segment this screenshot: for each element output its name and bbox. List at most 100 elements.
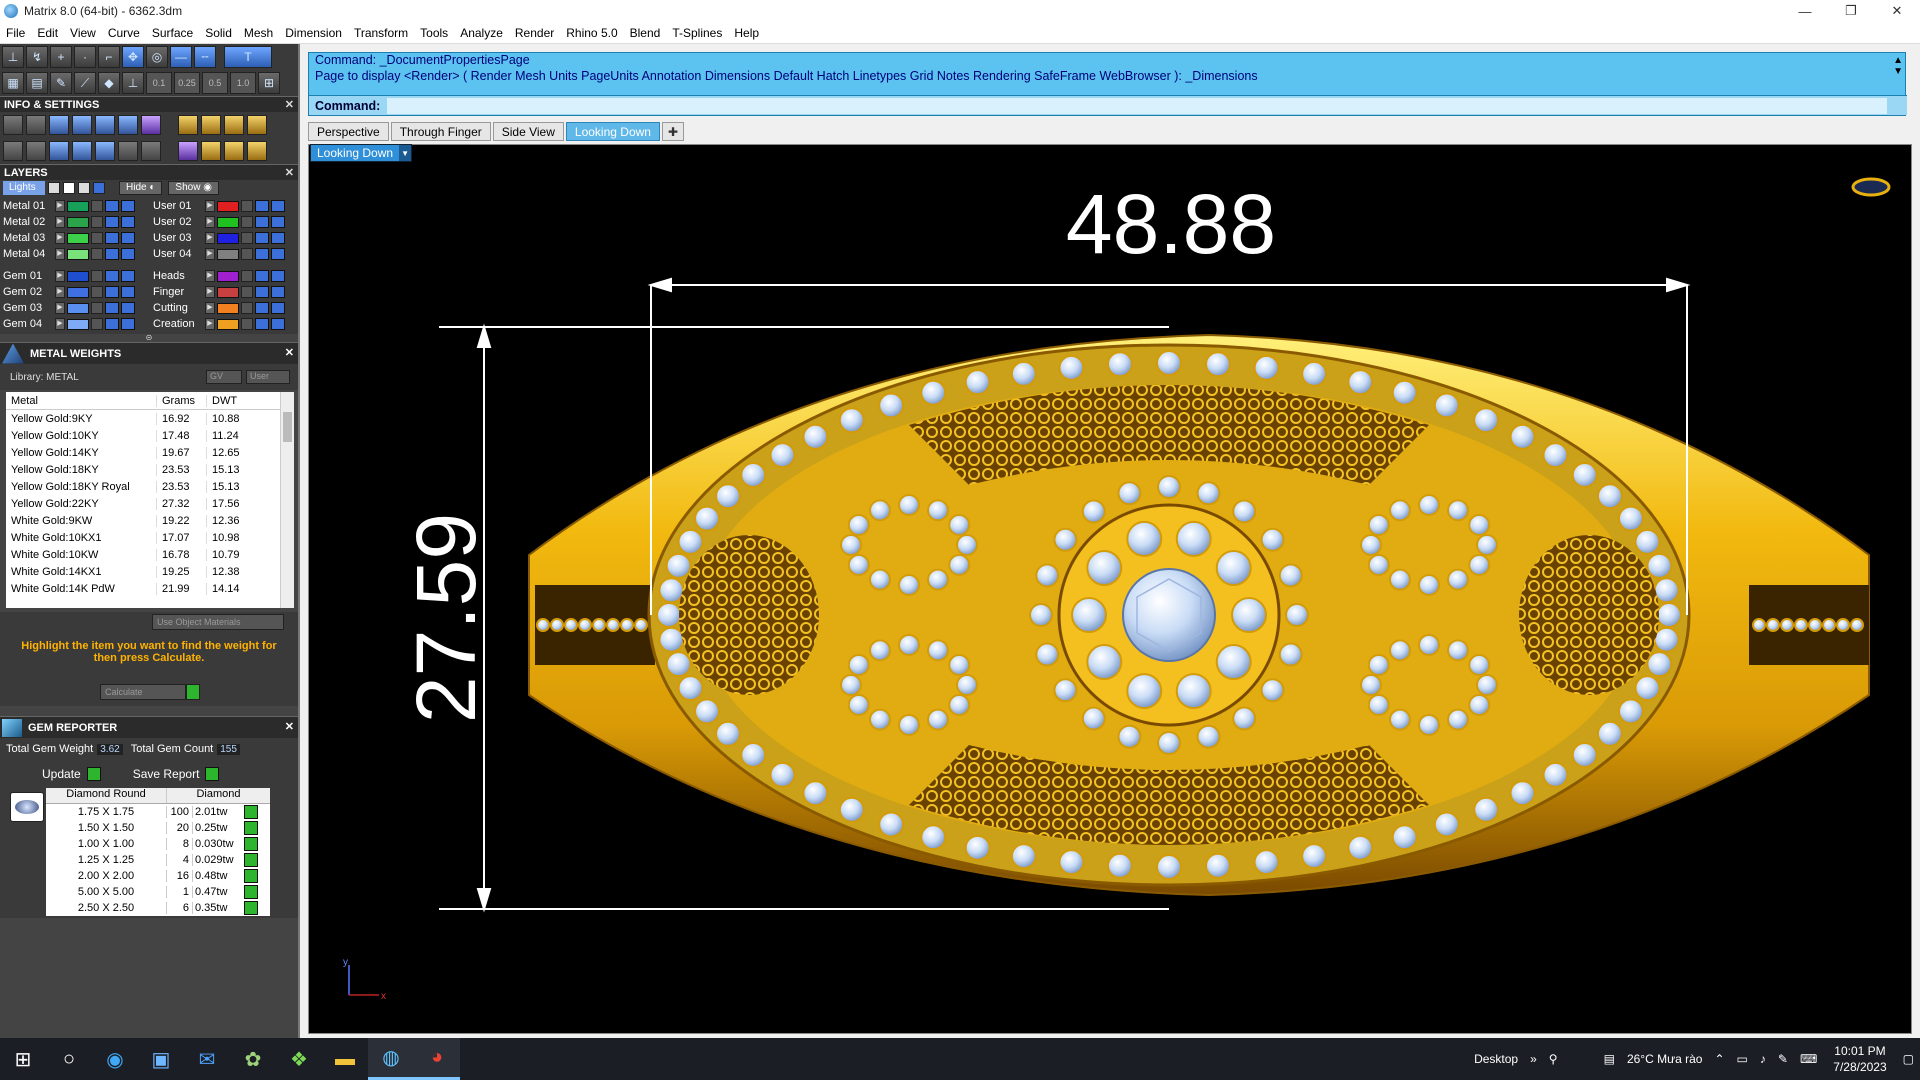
- layers-icon[interactable]: [49, 115, 69, 135]
- update-button[interactable]: Update: [42, 767, 101, 781]
- layer-lock-icon[interactable]: [91, 200, 103, 212]
- view-cube-icon[interactable]: [1851, 177, 1891, 197]
- gold-tool-3-icon[interactable]: [224, 115, 244, 135]
- calculator-icon[interactable]: [95, 115, 115, 135]
- network-icon[interactable]: ▭: [1737, 1052, 1748, 1066]
- menu-help[interactable]: Help: [728, 26, 765, 40]
- clock[interactable]: 10:01 PM 7/28/2023: [1833, 1043, 1886, 1075]
- layer-visible-icon[interactable]: [105, 200, 119, 212]
- layer-lock-icon[interactable]: [241, 270, 253, 282]
- settings-gear-icon[interactable]: [3, 115, 23, 135]
- layer-color-swatch[interactable]: [217, 216, 239, 228]
- layer-row[interactable]: Metal 02 ▶: [0, 214, 150, 230]
- layer-select-icon[interactable]: [121, 286, 135, 298]
- weather-text[interactable]: 26°C Mưa rào: [1627, 1052, 1703, 1066]
- layer-lock-icon[interactable]: [91, 248, 103, 260]
- pen-tray-icon[interactable]: ✎: [1778, 1052, 1788, 1066]
- app-green-icon[interactable]: ✿: [230, 1038, 276, 1080]
- gem-select-icon[interactable]: [244, 885, 258, 899]
- minimize-button[interactable]: —: [1782, 0, 1828, 22]
- gem-select-icon[interactable]: [244, 837, 258, 851]
- table-row[interactable]: 5.00 X 5.00 1 0.47tw: [46, 884, 270, 900]
- layer-select-icon[interactable]: [271, 248, 285, 260]
- layer-color-swatch[interactable]: [217, 270, 239, 282]
- col-metal[interactable]: Metal: [6, 395, 156, 407]
- gem-cube-icon[interactable]: [141, 115, 161, 135]
- people-icon[interactable]: ⚲: [1549, 1052, 1558, 1066]
- mail-icon[interactable]: ✉: [184, 1038, 230, 1080]
- col-grams[interactable]: Grams: [156, 394, 206, 407]
- dot-icon[interactable]: ·: [74, 46, 96, 68]
- layer-row[interactable]: Cutting ▶: [150, 300, 300, 316]
- layer-select-icon[interactable]: [121, 302, 135, 314]
- filter-icon[interactable]: [95, 141, 115, 161]
- menu-surface[interactable]: Surface: [146, 26, 199, 40]
- calculate-go-icon[interactable]: [186, 684, 200, 700]
- tab-side-view[interactable]: Side View: [492, 122, 564, 141]
- layer-color-swatch[interactable]: [217, 302, 239, 314]
- tray-expand-icon[interactable]: ⌃: [1714, 1052, 1724, 1066]
- layer-arrow-icon[interactable]: ▶: [205, 286, 215, 298]
- layer-visible-icon[interactable]: [255, 286, 269, 298]
- lights-lock-icon[interactable]: [78, 182, 90, 194]
- layer-lock-icon[interactable]: [91, 270, 103, 282]
- hide-button[interactable]: Hide ◐: [119, 181, 163, 195]
- menu-analyze[interactable]: Analyze: [454, 26, 509, 40]
- table-row[interactable]: Yellow Gold:18KY 23.53 15.13: [6, 461, 294, 478]
- gold-tool-1-icon[interactable]: [178, 115, 198, 135]
- layer-visible-icon[interactable]: [255, 200, 269, 212]
- windows-grid-icon[interactable]: [3, 141, 23, 161]
- layer-visible-icon[interactable]: [105, 216, 119, 228]
- layer-arrow-icon[interactable]: ▶: [55, 200, 65, 212]
- menu-mesh[interactable]: Mesh: [238, 26, 279, 40]
- layer-visible-icon[interactable]: [105, 302, 119, 314]
- text-tool-icon[interactable]: T: [224, 46, 272, 68]
- menu-dimension[interactable]: Dimension: [279, 26, 348, 40]
- layer-visible-icon[interactable]: [255, 248, 269, 260]
- grid-snap-icon[interactable]: ⊞: [258, 72, 280, 94]
- layer-lock-icon[interactable]: [241, 302, 253, 314]
- layer-arrow-icon[interactable]: ▶: [55, 216, 65, 228]
- dash-icon[interactable]: ╌: [194, 46, 216, 68]
- pen-icon[interactable]: ✎: [50, 72, 72, 94]
- layer-row[interactable]: Gem 03 ▶: [0, 300, 150, 316]
- layer-visible-icon[interactable]: [105, 232, 119, 244]
- layer-row[interactable]: Gem 02 ▶: [0, 284, 150, 300]
- menu-view[interactable]: View: [64, 26, 102, 40]
- layer-row[interactable]: Finger ▶: [150, 284, 300, 300]
- table-row[interactable]: Yellow Gold:14KY 19.67 12.65: [6, 444, 294, 461]
- ruler-icon[interactable]: ⟋: [74, 72, 96, 94]
- layer-visible-icon[interactable]: [255, 302, 269, 314]
- layer-arrow-icon[interactable]: ▶: [205, 200, 215, 212]
- restore-button[interactable]: ❐: [1828, 0, 1874, 22]
- layer-row[interactable]: User 03 ▶: [150, 230, 300, 246]
- table-row[interactable]: 1.75 X 1.75 100 2.01tw: [46, 804, 270, 820]
- circle-icon[interactable]: ◎: [146, 46, 168, 68]
- layer-color-swatch[interactable]: [67, 286, 89, 298]
- close-icon[interactable]: ✕: [285, 98, 294, 111]
- layer-color-swatch[interactable]: [67, 270, 89, 282]
- layer-color-swatch[interactable]: [67, 216, 89, 228]
- layer-row[interactable]: Metal 01 ▶: [0, 198, 150, 214]
- calculate-button[interactable]: Calculate: [100, 684, 186, 700]
- layer-select-icon[interactable]: [121, 232, 135, 244]
- layer-select-icon[interactable]: [271, 286, 285, 298]
- snap-value-3[interactable]: 1.0: [230, 72, 256, 94]
- layer-visible-icon[interactable]: [255, 270, 269, 282]
- layer-lock-icon[interactable]: [91, 232, 103, 244]
- gem-select-icon[interactable]: [244, 869, 258, 883]
- chrome-icon[interactable]: ◕: [414, 1038, 460, 1080]
- viewport-name-label[interactable]: Looking Down ▼: [310, 144, 413, 162]
- layer-visible-icon[interactable]: [255, 318, 269, 330]
- layer-color-swatch[interactable]: [67, 318, 89, 330]
- layer-arrow-icon[interactable]: ▶: [205, 216, 215, 228]
- layer-arrow-icon[interactable]: ▶: [205, 232, 215, 244]
- display-icon[interactable]: [26, 141, 46, 161]
- layer-select-icon[interactable]: [121, 248, 135, 260]
- line-icon[interactable]: —: [170, 46, 192, 68]
- layer-arrow-icon[interactable]: ▶: [55, 248, 65, 260]
- layer-lock-icon[interactable]: [241, 248, 253, 260]
- layer-row[interactable]: Heads ▶: [150, 268, 300, 284]
- layer-row[interactable]: User 02 ▶: [150, 214, 300, 230]
- cylinder-icon[interactable]: [72, 141, 92, 161]
